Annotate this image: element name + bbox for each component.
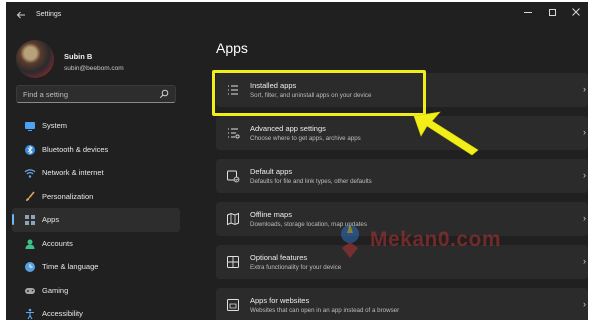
person-icon (25, 239, 35, 249)
card-subtitle: Choose where to get apps, archive apps (250, 135, 361, 142)
sidebar-item-apps[interactable]: Apps (12, 208, 180, 232)
minimize-icon (524, 11, 532, 13)
watermark: Mekan0.com (332, 212, 588, 272)
brush-icon (26, 190, 35, 201)
user-profile[interactable]: Subin B subin@beebom.com (16, 40, 186, 80)
minimize-button[interactable] (516, 2, 540, 22)
window-controls (516, 2, 588, 26)
close-icon (572, 8, 580, 16)
sidebar-item-time-language[interactable]: Time & language (12, 255, 180, 279)
close-button[interactable] (564, 2, 588, 22)
title-bar: Settings (6, 2, 588, 30)
card-title: Optional features (250, 253, 308, 262)
bluetooth-icon (25, 144, 35, 155)
add-features-icon (227, 256, 239, 268)
card-subtitle: Extra functionality for your device (250, 264, 342, 271)
sidebar-item-label: Apps (42, 215, 60, 224)
card-subtitle: Defaults for file and link types, other … (250, 178, 372, 185)
sidebar-item-label: Accessibility (42, 309, 83, 318)
globe-clock-icon (25, 262, 35, 272)
chevron-right-icon: › (583, 84, 586, 94)
monitor-icon (25, 122, 35, 131)
sidebar: Subin B subin@beebom.com Find a setting … (6, 30, 192, 320)
maximize-button[interactable] (540, 2, 564, 22)
user-email: subin@beebom.com (64, 65, 124, 72)
web-app-icon (227, 299, 239, 311)
page-title: Apps (216, 40, 248, 56)
sidebar-nav: System Bluetooth & devices Network & int… (12, 114, 182, 320)
pointer-arrow-icon (413, 111, 479, 156)
wifi-icon (24, 169, 36, 178)
sidebar-item-accessibility[interactable]: Accessibility (12, 302, 180, 320)
card-title: Advanced app settings (250, 124, 326, 133)
maximize-icon (548, 8, 556, 16)
avatar (16, 40, 54, 78)
chevron-right-icon: › (583, 127, 586, 137)
back-arrow-icon (16, 11, 25, 19)
back-button[interactable] (15, 9, 29, 23)
settings-window: Settings Subin B subin@beebom.com Find a… (6, 2, 588, 320)
default-apps-card[interactable]: Default apps Defaults for file and link … (216, 159, 588, 193)
watermark-logo-icon (341, 224, 359, 258)
chevron-right-icon: › (583, 299, 586, 309)
sidebar-item-label: Bluetooth & devices (42, 144, 109, 154)
sidebar-item-network[interactable]: Network & internet (12, 161, 180, 185)
sidebar-item-label: Network & internet (42, 168, 104, 177)
gamepad-icon (25, 287, 35, 294)
apps-icon (25, 215, 35, 225)
window-title: Settings (36, 11, 62, 18)
user-name: Subin B (64, 52, 93, 61)
apps-for-websites-card[interactable]: Apps for websites Websites that can open… (216, 288, 588, 320)
sidebar-item-accounts[interactable]: Accounts (12, 232, 180, 256)
sidebar-item-label: Time & language (42, 262, 99, 271)
advanced-app-settings-card[interactable]: Advanced app settings Choose where to ge… (216, 116, 588, 150)
highlight-box (212, 70, 426, 116)
sidebar-item-personalization[interactable]: Personalization (12, 185, 180, 209)
search-placeholder: Find a setting (23, 90, 69, 99)
list-settings-icon (228, 128, 240, 139)
sidebar-item-gaming[interactable]: Gaming (12, 279, 180, 303)
card-title: Default apps (250, 167, 293, 176)
accessibility-icon (26, 308, 34, 320)
sidebar-item-system[interactable]: System (12, 114, 180, 138)
sidebar-item-label: Accounts (42, 238, 73, 248)
card-title: Offline maps (250, 210, 292, 219)
sidebar-item-label: Personalization (42, 191, 94, 201)
chevron-right-icon: › (583, 170, 586, 180)
card-subtitle: Websites that can open in an app instead… (250, 307, 400, 314)
sidebar-item-bluetooth[interactable]: Bluetooth & devices (12, 138, 180, 162)
card-title: Apps for websites (250, 296, 310, 305)
watermark-text: Mekan0.com (370, 228, 502, 251)
map-icon (227, 212, 239, 226)
sidebar-item-label: Gaming (42, 285, 69, 295)
search-input[interactable]: Find a setting (16, 85, 176, 103)
sidebar-item-label: System (42, 121, 68, 130)
search-icon (159, 89, 169, 99)
active-indicator (12, 214, 14, 225)
default-apps-icon (227, 170, 240, 183)
